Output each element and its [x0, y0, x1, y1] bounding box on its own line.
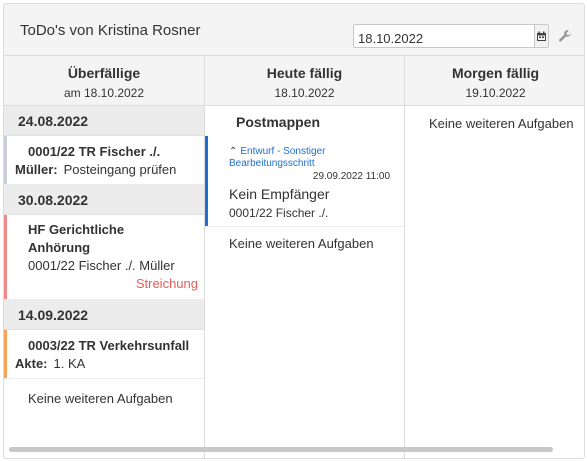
item-title: 0003/22 TR Verkehrsunfall: [28, 338, 190, 353]
todo-item[interactable]: 0001/22 TR Fischer ./. Müller: Posteingan…: [4, 136, 204, 185]
column-overdue: Überfällige am 18.10.2022 24.08.2022 000…: [4, 56, 205, 458]
todo-item[interactable]: HF Gerichtliche Anhörung 0001/22 Fischer…: [4, 215, 204, 300]
column-tomorrow: Morgen fällig 19.10.2022 Keine weiteren …: [405, 56, 584, 458]
date-group-header: 30.08.2022: [4, 185, 204, 215]
column-overdue-header: Überfällige am 18.10.2022: [4, 56, 204, 106]
item-color-bar: [4, 215, 7, 299]
widget-title: ToDo's von Kristina Rosner: [20, 22, 201, 39]
column-today-title: Heute fällig: [266, 65, 343, 81]
column-today: Heute fällig 18.10.2022 Postmappen ⌃ Entw…: [205, 56, 405, 458]
postmappe-item[interactable]: ⌃ Entwurf - Sonstiger Bearbeitungsschritt…: [205, 136, 404, 227]
widget-header: ToDo's von Kristina Rosner: [4, 4, 584, 56]
column-tomorrow-title: Morgen fällig: [451, 65, 540, 81]
section-postmappen: Postmappen: [236, 114, 321, 130]
no-more-tasks: Keine weiteren Aufgaben: [229, 236, 374, 251]
postmappe-recipient: Kein Empfänger: [229, 186, 330, 202]
column-overdue-title: Überfällige: [67, 65, 141, 81]
item-sub-value: 1. KA: [53, 356, 86, 371]
horizontal-scrollbar[interactable]: [9, 447, 553, 452]
column-overdue-date: am 18.10.2022: [63, 86, 145, 100]
todo-columns: Überfällige am 18.10.2022 24.08.2022 000…: [4, 56, 584, 458]
item-title: HF Gerichtliche Anhörung: [28, 222, 125, 255]
item-akte: 0001/22 Fischer ./. Müller: [28, 258, 175, 273]
postmappe-link[interactable]: ⌃ Entwurf - Sonstiger Bearbeitungsschritt: [229, 146, 390, 170]
item-subline: Müller: Posteingang prüfen: [15, 161, 198, 179]
chevron-up-icon[interactable]: ⌃: [229, 146, 237, 157]
calendar-button[interactable]: [534, 25, 548, 47]
column-tomorrow-date: 19.10.2022: [465, 86, 526, 100]
no-more-tasks: Keine weiteren Aufgaben: [28, 391, 173, 406]
column-overdue-body: 24.08.2022 0001/22 TR Fischer ./. Müller…: [4, 106, 204, 458]
todo-item[interactable]: 0003/22 TR Verkehrsunfall Akte: 1. KA: [4, 330, 204, 379]
todo-widget: ToDo's von Kristina Rosner 18.10.2022 Üb…: [3, 3, 585, 459]
item-sub-label: Müller:: [15, 162, 58, 177]
no-more-tasks: Keine weiteren Aufgaben: [429, 116, 574, 131]
item-color-bar: [4, 330, 7, 378]
date-input-field[interactable]: [354, 25, 534, 47]
item-title: 0001/22 TR Fischer ./.: [28, 144, 161, 159]
column-tomorrow-header: Morgen fällig 19.10.2022: [405, 56, 584, 106]
postmappe-time: 29.09.2022 11:00: [312, 171, 390, 182]
date-group-header: 14.09.2022: [4, 300, 204, 330]
date-picker[interactable]: [353, 24, 549, 48]
column-today-date: 18.10.2022: [274, 86, 335, 100]
settings-button[interactable]: [557, 28, 573, 44]
postmappe-link-text[interactable]: Entwurf - Sonstiger Bearbeitungsschritt: [229, 146, 325, 169]
item-color-bar: [205, 136, 208, 226]
item-sub-label: Akte:: [15, 356, 48, 371]
item-sub-value: Posteingang prüfen: [63, 162, 177, 177]
item-color-bar: [4, 136, 7, 184]
calendar-icon: [537, 31, 546, 41]
item-status-streichung: Streichung: [135, 276, 198, 291]
date-group-header: 24.08.2022: [4, 106, 204, 136]
column-today-header: Heute fällig 18.10.2022: [205, 56, 404, 106]
postmappe-akte: 0001/22 Fischer ./.: [229, 206, 329, 220]
item-subline: Akte: 1. KA: [15, 355, 198, 373]
wrench-icon: [559, 30, 571, 42]
